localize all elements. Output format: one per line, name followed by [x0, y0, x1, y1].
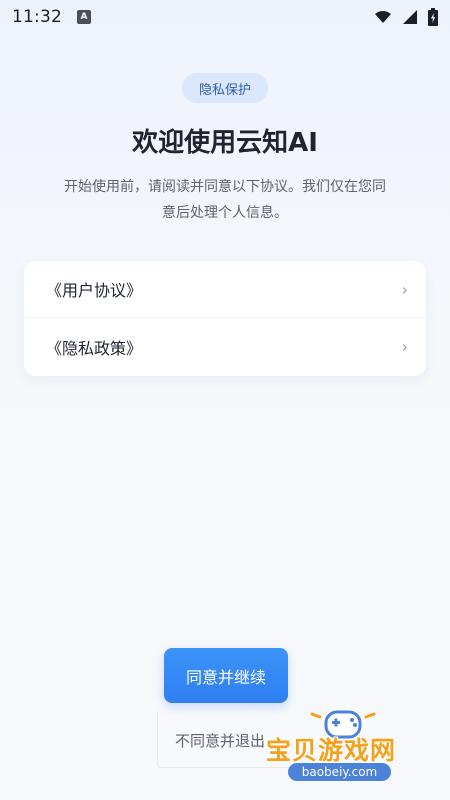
status-bar: 11:32 A [0, 0, 450, 34]
battery-icon [428, 8, 438, 26]
status-time: 11:32 [12, 7, 62, 27]
chevron-right-icon: › [401, 279, 408, 299]
watermark-domain: baobeiy.com [288, 763, 391, 781]
signal-icon [403, 10, 417, 24]
privacy-badge: 隐私保护 [182, 73, 268, 103]
agreement-card: 《用户协议》 › 《隐私政策》 › [24, 261, 426, 376]
agree-continue-button[interactable]: 同意并继续 [164, 648, 288, 703]
user-agreement-link[interactable]: 《用户协议》 › [24, 261, 426, 318]
watermark-logo: 宝贝游戏网 baobeiy.com [266, 706, 446, 796]
status-right [374, 8, 438, 26]
watermark-title: 宝贝游戏网 [266, 736, 397, 765]
user-agreement-label: 《用户协议》 [46, 281, 143, 300]
status-left: 11:32 A [12, 7, 91, 27]
page-title: 欢迎使用云知AI [132, 128, 318, 158]
notification-a-icon: A [77, 10, 91, 24]
wifi-icon [375, 11, 391, 23]
privacy-policy-link[interactable]: 《隐私政策》 › [24, 318, 426, 375]
privacy-policy-label: 《隐私政策》 [46, 338, 143, 358]
page-subtitle: 开始使用前，请阅读并同意以下协议。我们仅在您同意后处理个人信息。 [64, 179, 386, 221]
chevron-right-icon: › [401, 337, 408, 356]
